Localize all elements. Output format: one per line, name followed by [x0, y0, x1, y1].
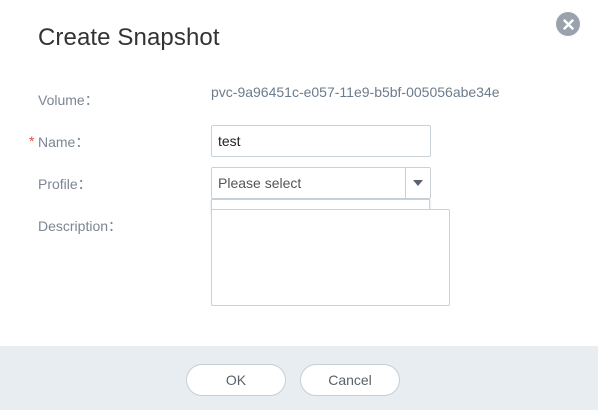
profile-label: Profile：	[38, 176, 92, 192]
cancel-button[interactable]: Cancel	[300, 364, 400, 396]
profile-dropdown-toggle[interactable]	[405, 168, 430, 198]
name-label: Name：	[38, 134, 90, 150]
profile-placeholder: Please select	[218, 175, 302, 191]
volume-label: Volume：	[38, 92, 99, 108]
ok-button[interactable]: OK	[186, 364, 286, 396]
caret-down-icon	[413, 180, 423, 186]
dialog-title: Create Snapshot	[38, 24, 220, 51]
close-button[interactable]	[556, 12, 580, 36]
required-mark: *	[29, 133, 35, 149]
create-snapshot-dialog: Create Snapshot Volume： pvc-9a96451c-e05…	[0, 0, 598, 410]
description-textarea[interactable]	[211, 209, 450, 306]
dialog-footer	[0, 346, 598, 410]
name-input[interactable]: test	[211, 125, 431, 157]
volume-value: pvc-9a96451c-e057-11e9-b5bf-005056abe34e	[211, 84, 500, 100]
description-label: Description：	[38, 218, 123, 234]
close-icon	[562, 18, 574, 30]
profile-select[interactable]: Please select	[211, 167, 431, 199]
